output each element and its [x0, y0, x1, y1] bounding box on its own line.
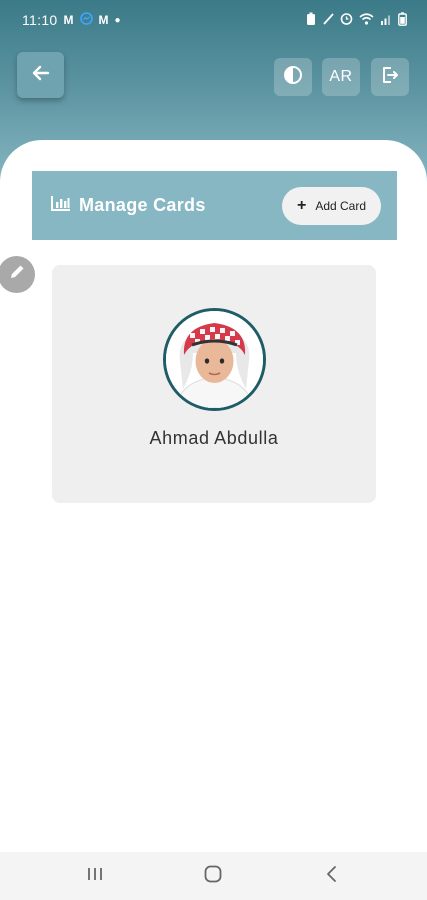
title-group: Manage Cards: [51, 195, 206, 216]
gmail-icon: M: [63, 13, 74, 27]
recent-apps-button[interactable]: [75, 856, 115, 896]
language-button[interactable]: AR: [322, 58, 360, 96]
bar-chart-icon: [51, 195, 71, 216]
status-time: 11:10: [22, 12, 58, 28]
contrast-icon: [283, 65, 303, 90]
battery-icon: [398, 11, 407, 29]
status-left: 11:10 M M ●: [22, 12, 121, 28]
back-button[interactable]: [17, 52, 64, 98]
logout-icon: [380, 65, 400, 90]
recent-apps-icon: [86, 866, 104, 887]
wifi-icon: [359, 12, 374, 28]
plus-icon: +: [296, 196, 307, 214]
signal-icon: [380, 12, 392, 28]
arrow-left-icon: [32, 65, 50, 86]
no-sim-icon: [322, 12, 334, 28]
status-right: [306, 11, 407, 29]
system-back-button[interactable]: [312, 856, 352, 896]
pencil-icon: [8, 263, 26, 286]
avatar: [163, 308, 266, 411]
messenger-icon: [79, 12, 93, 28]
manage-cards-header: Manage Cards + Add Card: [32, 171, 397, 240]
language-label: AR: [329, 68, 353, 85]
home-button[interactable]: [193, 856, 233, 896]
more-notifications-dot: ●: [114, 14, 121, 26]
home-icon: [203, 864, 223, 889]
page-title: Manage Cards: [79, 195, 206, 215]
alarm-icon: [340, 12, 353, 28]
status-bar: 11:10 M M ●: [0, 0, 427, 40]
chevron-left-icon: [325, 865, 339, 888]
system-navigation-bar: [0, 852, 427, 900]
child-photo: [166, 311, 263, 408]
theme-toggle-button[interactable]: [274, 58, 312, 96]
card-holder-name: Ahmad Abdulla: [149, 428, 279, 448]
add-card-label: Add Card: [315, 198, 367, 213]
gmail-icon: M: [98, 13, 109, 27]
logout-button[interactable]: [371, 58, 409, 96]
add-card-button[interactable]: + Add Card: [282, 186, 381, 225]
battery-saver-icon: [306, 12, 316, 29]
